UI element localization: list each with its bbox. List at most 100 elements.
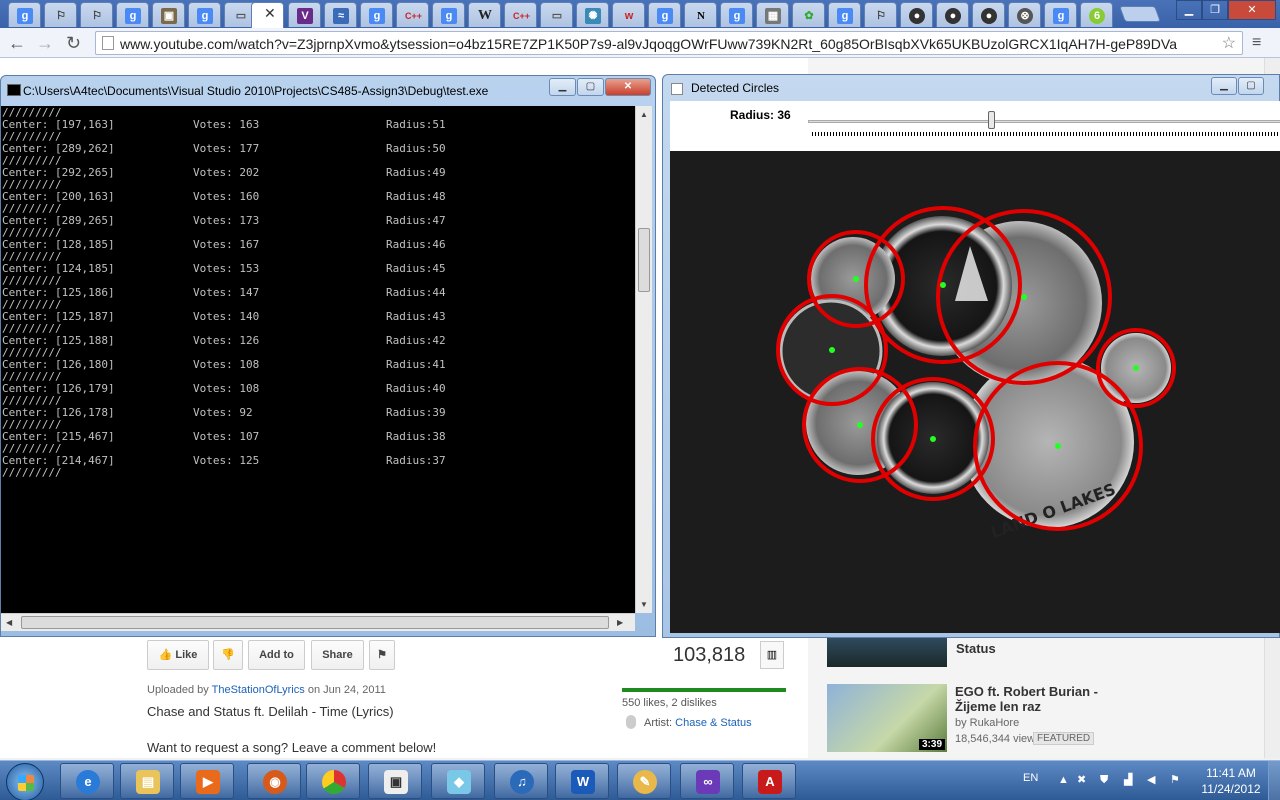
minimize-icon[interactable]: ▁ <box>549 78 576 96</box>
browser-tab[interactable]: ▭ <box>540 2 573 27</box>
browser-tab[interactable]: ● <box>900 2 933 27</box>
language-indicator[interactable]: EN <box>1023 772 1038 784</box>
center-dot <box>1055 443 1061 449</box>
browser-tab[interactable]: g <box>720 2 753 27</box>
address-bar[interactable]: www.youtube.com/watch?v=Z3jprnpXvmo&ytse… <box>95 31 1243 55</box>
taskbar-app[interactable]: ◆ <box>431 763 485 799</box>
minimize-icon[interactable]: ▁ <box>1176 0 1202 20</box>
browser-tab[interactable]: ⚐ <box>80 2 113 27</box>
add-to-button[interactable]: Add to <box>248 640 305 670</box>
taskbar-chrome[interactable] <box>306 763 360 799</box>
scroll-up-icon[interactable]: ▲ <box>640 110 648 119</box>
browser-tab[interactable]: 6 <box>1080 2 1113 27</box>
browser-tab[interactable]: N <box>684 2 717 27</box>
forward-arrow-icon[interactable]: → <box>36 33 54 53</box>
maximize-icon[interactable]: ▢ <box>577 78 604 96</box>
flag-icon[interactable]: ⚑ <box>1170 774 1182 786</box>
taskbar-visual-studio[interactable]: ∞ <box>680 763 734 799</box>
security-icon[interactable]: ⛊ <box>1100 774 1112 786</box>
related-video-thumbnail[interactable]: 3:39 <box>827 684 947 752</box>
browser-tab[interactable]: ⊗ <box>1008 2 1041 27</box>
browser-tab[interactable]: W <box>468 2 501 27</box>
bookmark-star-icon[interactable]: ☆ <box>1222 33 1236 53</box>
minimize-icon[interactable]: ▁ <box>1211 77 1237 95</box>
settings-wrench-icon[interactable]: ≡ <box>1252 34 1261 52</box>
radius-slider-track[interactable] <box>808 120 1280 123</box>
browser-tab[interactable]: g <box>1044 2 1077 27</box>
clock[interactable]: 11:41 AM 11/24/2012 <box>1198 765 1264 797</box>
browser-tab[interactable]: ● <box>972 2 1005 27</box>
share-button[interactable]: Share <box>311 640 364 670</box>
close-icon[interactable]: ✕ <box>1228 0 1276 20</box>
browser-tab[interactable]: C++ <box>504 2 537 27</box>
url-text[interactable]: www.youtube.com/watch?v=Z3jprnpXvmo&ytse… <box>120 36 1218 52</box>
maximize-icon[interactable]: ▢ <box>1238 77 1264 95</box>
browser-tab[interactable]: ▣ <box>152 2 185 27</box>
console-result-line: Center: [200,163] Votes: 160 Radius:48 <box>2 191 602 203</box>
taskbar-console[interactable]: ▣ <box>368 763 422 799</box>
browser-tab[interactable]: ≈ <box>324 2 357 27</box>
show-desktop-button[interactable] <box>1268 761 1280 800</box>
browser-tab[interactable]: g <box>8 2 41 27</box>
browser-tab[interactable]: g <box>116 2 149 27</box>
browser-tab[interactable]: ⚐ <box>44 2 77 27</box>
back-arrow-icon[interactable]: ← <box>8 33 26 53</box>
browser-tab[interactable]: g <box>188 2 221 27</box>
vertical-scrollbar[interactable]: ▲ ▼ <box>635 106 652 613</box>
active-browser-tab[interactable]: ✕ <box>251 2 284 28</box>
scrollbar-thumb[interactable] <box>21 616 609 629</box>
related-video-title[interactable]: EGO ft. Robert Burian - Žijeme len raz <box>955 684 1115 714</box>
browser-tab[interactable]: ✺ <box>576 2 609 27</box>
browser-tab[interactable]: C++ <box>396 2 429 27</box>
console-result-line: Center: [128,185] Votes: 167 Radius:46 <box>2 239 602 251</box>
taskbar-ie[interactable]: e <box>60 763 114 799</box>
taskbar-paint[interactable]: ✎ <box>617 763 671 799</box>
radius-value: Radius:41 <box>386 358 446 371</box>
network-icon[interactable]: ✖ <box>1077 774 1089 786</box>
taskbar-acrobat[interactable]: A <box>742 763 796 799</box>
browser-tab[interactable]: g <box>360 2 393 27</box>
browser-tab[interactable]: g <box>828 2 861 27</box>
scrollbar-thumb[interactable] <box>638 228 650 292</box>
reload-icon[interactable]: ↻ <box>66 33 81 53</box>
center-dot <box>940 282 946 288</box>
flag-button[interactable]: ⚑ <box>369 640 395 670</box>
close-tab-icon[interactable]: ✕ <box>264 5 276 22</box>
clock-time: 11:41 AM <box>1206 766 1256 780</box>
taskbar-word[interactable]: W <box>555 763 609 799</box>
taskbar-firefox[interactable]: ◉ <box>247 763 301 799</box>
scroll-left-icon[interactable]: ◀ <box>6 618 12 627</box>
browser-tab[interactable]: ⚐ <box>864 2 897 27</box>
browser-tab[interactable]: ● <box>936 2 969 27</box>
browser-tab[interactable]: w <box>612 2 645 27</box>
scroll-down-icon[interactable]: ▼ <box>640 600 648 609</box>
related-video-title[interactable]: Status <box>956 641 996 656</box>
start-button[interactable] <box>6 763 44 800</box>
show-hidden-icons-icon[interactable]: ▲ <box>1058 774 1070 786</box>
share-label: Share <box>322 649 353 661</box>
browser-tab[interactable]: V <box>288 2 321 27</box>
taskbar-itunes[interactable]: ♫ <box>494 763 548 799</box>
volume-icon[interactable]: ◀ <box>1147 774 1159 786</box>
browser-tab[interactable]: g <box>432 2 465 27</box>
scroll-right-icon[interactable]: ▶ <box>617 618 623 627</box>
votes-value: Votes: 160 <box>193 190 260 203</box>
dislike-button[interactable]: 👎 <box>213 640 243 670</box>
radius-slider-thumb[interactable] <box>988 111 995 129</box>
radius-value: Radius:49 <box>386 166 446 179</box>
signal-icon[interactable]: ▟ <box>1124 774 1136 786</box>
uploader-link[interactable]: TheStationOfLyrics <box>212 684 305 696</box>
stats-button[interactable]: ▥ <box>760 641 784 669</box>
browser-tab[interactable]: g <box>648 2 681 27</box>
like-button[interactable]: 👍 Like <box>147 640 209 670</box>
browser-tab[interactable]: ✿ <box>792 2 825 27</box>
horizontal-scrollbar[interactable]: ◀ ▶ <box>1 613 635 631</box>
close-icon[interactable]: ✕ <box>605 78 651 96</box>
browser-tab[interactable]: ▦ <box>756 2 789 27</box>
restore-icon[interactable]: ❐ <box>1202 0 1228 20</box>
console-result-line: Center: [197,163] Votes: 163 Radius:51 <box>2 119 602 131</box>
taskbar-media-player[interactable]: ▶ <box>180 763 234 799</box>
artist-link[interactable]: Chase & Status <box>675 717 751 729</box>
new-tab-button[interactable] <box>1119 6 1161 22</box>
taskbar-explorer[interactable]: ▤ <box>120 763 174 799</box>
